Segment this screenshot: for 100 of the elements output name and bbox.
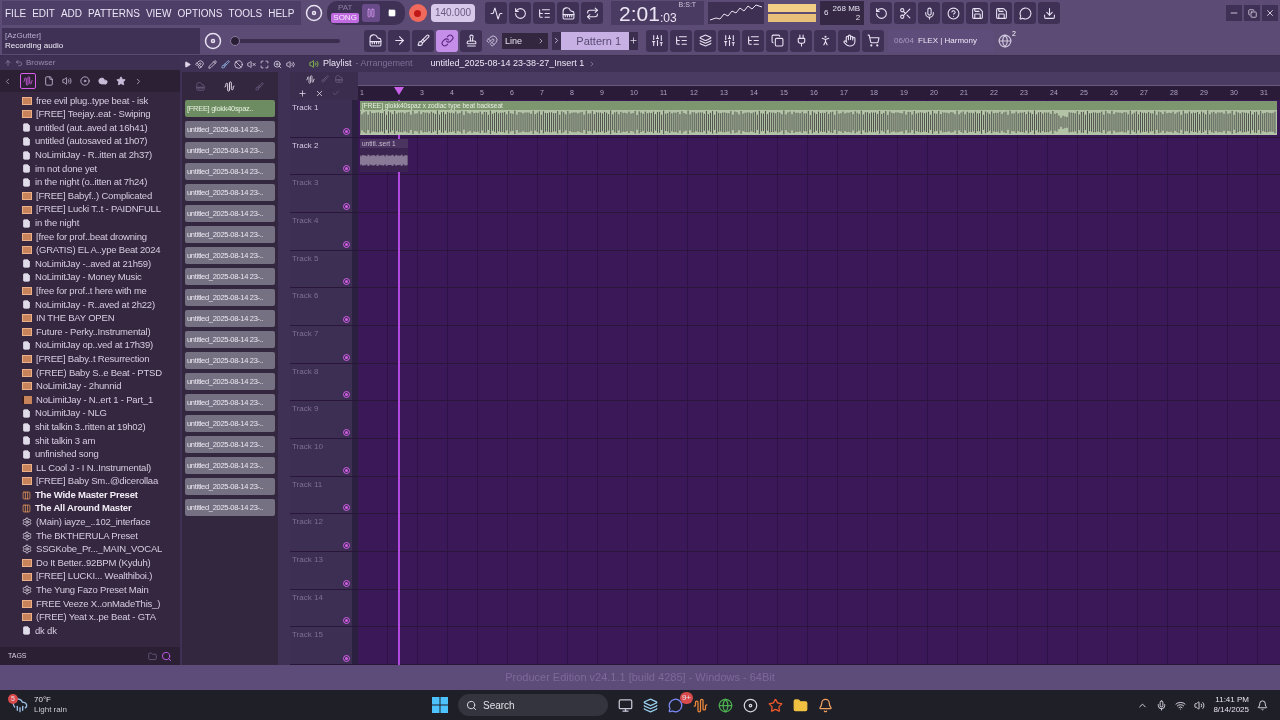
star-icon[interactable] [116,76,126,86]
save-as-icon[interactable] [990,2,1013,25]
loop-icon[interactable] [581,2,604,25]
cart-icon[interactable] [862,29,884,52]
folder-app-icon[interactable] [793,697,808,713]
browser-item[interactable]: [free for prof..beat drowning [36,229,147,244]
add-icon[interactable] [629,36,638,46]
pattern-selector[interactable]: Pattern 1 [552,31,638,50]
speaker-icon[interactable] [309,59,319,69]
help-icon[interactable] [942,2,965,25]
browser-item[interactable]: [FREE] Baby Sm..@dicerollaa [36,474,158,489]
play-icon[interactable] [184,60,191,68]
ban-icon[interactable] [234,59,243,69]
menu-item[interactable]: ADD [57,5,86,21]
track-header[interactable]: Track 2 [290,137,358,175]
knob-icon[interactable] [305,4,324,23]
search-icon[interactable] [161,650,172,662]
browser-item[interactable]: untitled (aut..aved at 16h41) [35,120,148,136]
browser-item[interactable]: im not done yet [35,161,97,176]
menu-item[interactable]: HELP [265,5,298,21]
chat-app-icon[interactable] [668,697,683,713]
pattern-name[interactable]: Pattern 1 [561,31,629,50]
browser-item[interactable]: NoLimitJay - R..itten at 2h37) [35,148,153,163]
waveform-icon[interactable] [305,74,315,84]
browser-item[interactable]: [FREE] Lucki T..t - PAIDNFULL [36,202,161,217]
browser-item[interactable]: [FREE] Baby..t Resurrection [36,351,150,367]
restore-button[interactable] [1244,5,1260,22]
menu-item[interactable]: FILE [2,5,30,21]
pause-button[interactable] [361,4,380,23]
windows-logo-icon[interactable] [432,697,448,713]
plugin-tab[interactable] [20,73,36,89]
snap-dropdown[interactable]: Line [502,32,548,49]
scissors-icon[interactable] [894,2,917,25]
microphone-icon[interactable] [918,2,941,25]
disc-app-icon[interactable] [743,697,758,713]
mixer-icon[interactable] [718,29,740,52]
browser-item[interactable]: free evil plug..type beat - isk [36,93,149,108]
browser-item[interactable]: The Wide Master Preset [35,487,138,503]
globe-icon[interactable] [998,33,1012,48]
browser-item[interactable]: NoLimitJay - Money Music [35,270,142,285]
close-button[interactable] [1262,5,1278,22]
add-icon[interactable] [298,88,307,98]
chevron-right-icon[interactable] [134,76,143,86]
pitch-slider-thumb[interactable] [230,35,240,46]
zoom-icon[interactable] [273,59,282,69]
browser-item[interactable]: (GRATIS) EL A..ype Beat 2024 [36,243,161,258]
magnet-icon[interactable] [486,34,498,47]
star-app-icon[interactable] [768,697,783,713]
select-icon[interactable] [260,59,269,69]
tempo-display[interactable]: 140.000 [430,4,476,23]
download-icon[interactable] [1038,2,1061,25]
pencil-icon[interactable] [208,59,217,69]
browser-item[interactable]: in the night [35,216,80,231]
knob-icon[interactable] [204,31,222,50]
piano-icon[interactable] [364,29,386,52]
copy-icon[interactable] [766,29,788,52]
plug-icon[interactable] [790,29,812,52]
browser-app-icon[interactable] [718,697,733,713]
minimize-button[interactable] [1226,5,1242,22]
browser-item[interactable]: in the night (o..itten at 7h24) [35,175,148,190]
browser-item[interactable]: Do It Better..92BPM (Kyduh) [36,555,151,571]
brush-icon[interactable] [412,29,434,52]
record-button[interactable] [408,4,427,23]
save-icon[interactable] [966,2,989,25]
browser-item[interactable]: (Main) iayze_..102_interface [36,515,151,530]
menu-item[interactable]: EDIT [29,5,58,21]
speaker-icon[interactable] [286,59,295,69]
browser-item[interactable]: untitled (autosaved at 1h07) [35,134,148,149]
person-icon[interactable] [814,29,836,52]
menu-item[interactable]: VIEW [142,5,175,21]
disc-icon[interactable] [80,76,90,86]
speaker-icon[interactable] [62,76,72,86]
hand-icon[interactable] [838,29,860,52]
daw-app-icon[interactable] [693,697,708,713]
browser-item[interactable]: dk dk [35,623,57,639]
weather-icon[interactable] [12,697,28,713]
chevron-left-icon[interactable] [3,76,12,86]
cloud-icon[interactable] [98,76,108,86]
brush-icon[interactable] [221,59,230,69]
microphone-icon[interactable] [1156,699,1168,711]
overview-scrollbar[interactable] [358,72,1280,86]
network-icon[interactable] [1175,699,1187,711]
waveform-icon[interactable] [224,80,236,92]
clock-date[interactable]: 8/14/2025 [1213,705,1249,715]
browser-item[interactable]: [FREE] LUCKI... Wealthiboi.) [36,569,153,584]
refresh-icon[interactable] [870,2,893,25]
browser-item[interactable]: [FREE] Babyf..) Complicated [36,188,153,204]
app-icon[interactable] [818,697,833,713]
search-field[interactable]: Search [458,694,608,716]
browser-item[interactable]: The All Around Master [35,501,132,516]
menu-item[interactable]: OPTIONS [174,5,226,21]
news-panel[interactable]: 06/04 FLEX | Harmony [888,29,994,52]
sliders-icon[interactable] [646,29,668,52]
task-view-icon[interactable] [618,697,633,713]
keys-icon[interactable] [557,2,580,25]
browser-item[interactable]: (FREE) Baby S..e Beat - PTSD [36,365,162,380]
browser-item[interactable]: The Yung Fazo Preset Main [36,583,149,598]
stamp-icon[interactable] [460,29,482,52]
menu-item[interactable]: TOOLS [225,5,266,21]
browser-item[interactable]: [FREE] Teejay..eat - Swiping [36,107,151,122]
